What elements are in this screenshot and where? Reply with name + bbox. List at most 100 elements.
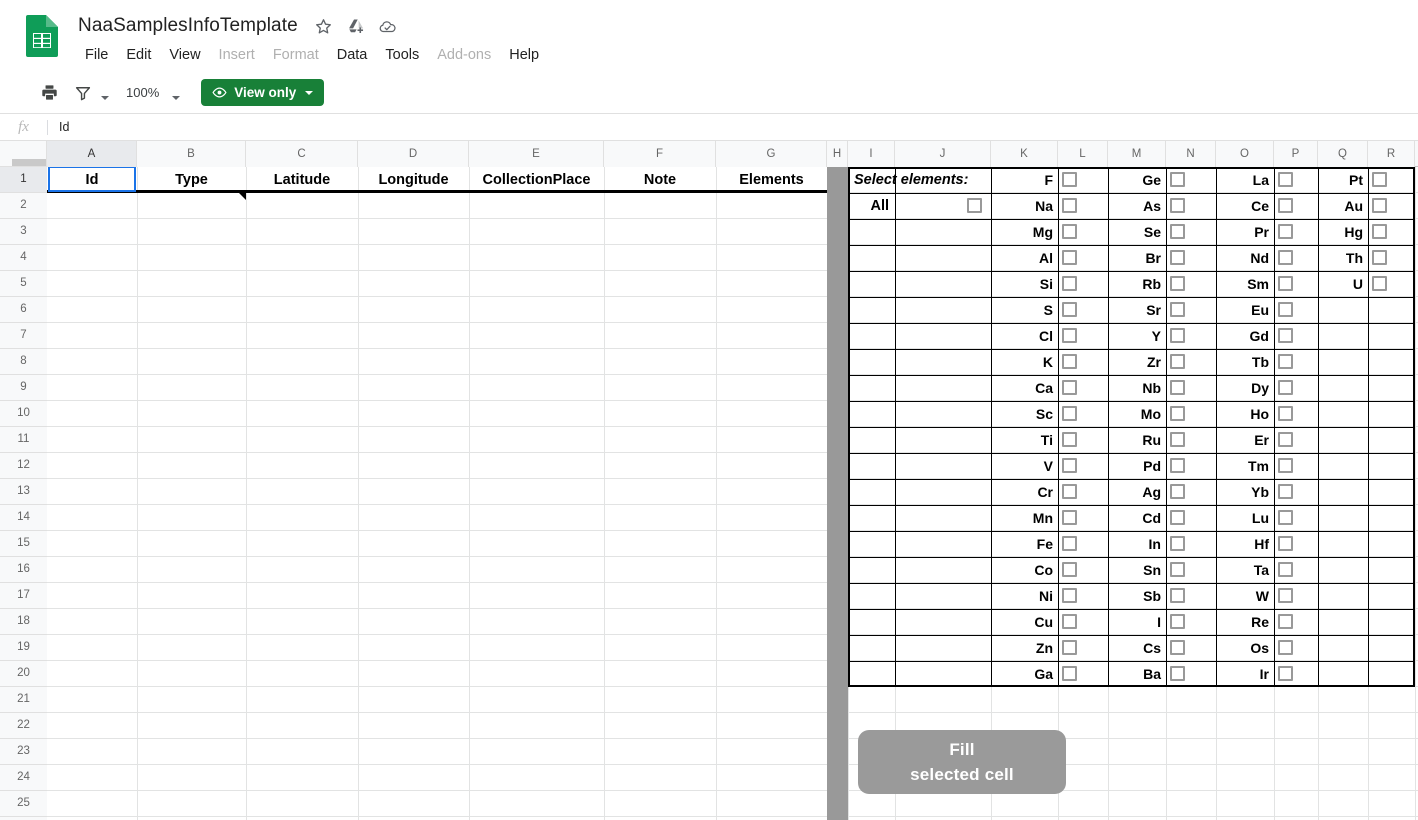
menu-item-data[interactable]: Data: [328, 45, 377, 65]
view-only-chevron-down-icon[interactable]: [305, 90, 314, 95]
checkbox-Sm[interactable]: [1278, 276, 1293, 291]
row-header-5[interactable]: 5: [0, 271, 47, 297]
checkbox-As[interactable]: [1170, 198, 1185, 213]
star-icon[interactable]: [312, 14, 336, 38]
checkbox-Br[interactable]: [1170, 250, 1185, 265]
checkbox-Y[interactable]: [1170, 328, 1185, 343]
checkbox-La[interactable]: [1278, 172, 1293, 187]
checkbox-Sn[interactable]: [1170, 562, 1185, 577]
checkbox-K[interactable]: [1062, 354, 1077, 369]
checkbox-Tm[interactable]: [1278, 458, 1293, 473]
column-header-Q[interactable]: Q: [1318, 141, 1368, 167]
column-header-H[interactable]: H: [827, 141, 848, 167]
print-icon[interactable]: [34, 78, 64, 108]
checkbox-W[interactable]: [1278, 588, 1293, 603]
row-header-6[interactable]: 6: [0, 297, 47, 323]
checkbox-Al[interactable]: [1062, 250, 1077, 265]
menu-item-view[interactable]: View: [160, 45, 209, 65]
row-header-25[interactable]: 25: [0, 791, 47, 817]
checkbox-Si[interactable]: [1062, 276, 1077, 291]
table-header-cell[interactable]: Latitude: [247, 167, 357, 192]
checkbox-Co[interactable]: [1062, 562, 1077, 577]
checkbox-Fe[interactable]: [1062, 536, 1077, 551]
checkbox-Tb[interactable]: [1278, 354, 1293, 369]
row-header-15[interactable]: 15: [0, 531, 47, 557]
checkbox-Zr[interactable]: [1170, 354, 1185, 369]
column-header-E[interactable]: E: [469, 141, 604, 167]
row-header-13[interactable]: 13: [0, 479, 47, 505]
checkbox-S[interactable]: [1062, 302, 1077, 317]
checkbox-Pt[interactable]: [1372, 172, 1387, 187]
checkbox-Mg[interactable]: [1062, 224, 1077, 239]
row-header-22[interactable]: 22: [0, 713, 47, 739]
row-header-21[interactable]: 21: [0, 687, 47, 713]
checkbox-Lu[interactable]: [1278, 510, 1293, 525]
checkbox-Cl[interactable]: [1062, 328, 1077, 343]
table-header-cell[interactable]: CollectionPlace: [470, 167, 603, 192]
checkbox-Sb[interactable]: [1170, 588, 1185, 603]
checkbox-Ca[interactable]: [1062, 380, 1077, 395]
row-header-3[interactable]: 3: [0, 219, 47, 245]
row-header-12[interactable]: 12: [0, 453, 47, 479]
checkbox-Sr[interactable]: [1170, 302, 1185, 317]
checkbox-Ti[interactable]: [1062, 432, 1077, 447]
checkbox-Ce[interactable]: [1278, 198, 1293, 213]
menu-item-edit[interactable]: Edit: [117, 45, 160, 65]
checkbox-Cr[interactable]: [1062, 484, 1077, 499]
select-all-corner[interactable]: [0, 141, 47, 167]
table-header-cell[interactable]: Id: [48, 167, 136, 192]
zoom-chevron-down-icon[interactable]: [169, 80, 183, 106]
checkbox-Dy[interactable]: [1278, 380, 1293, 395]
checkbox-Se[interactable]: [1170, 224, 1185, 239]
fill-selected-cell-button[interactable]: Fill selected cell: [858, 730, 1066, 794]
column-header-D[interactable]: D: [358, 141, 469, 167]
row-header-11[interactable]: 11: [0, 427, 47, 453]
view-only-button[interactable]: View only: [201, 79, 325, 106]
checkbox-Na[interactable]: [1062, 198, 1077, 213]
checkbox-Mo[interactable]: [1170, 406, 1185, 421]
row-header-10[interactable]: 10: [0, 401, 47, 427]
table-header-cell[interactable]: Type: [138, 167, 245, 192]
checkbox-In[interactable]: [1170, 536, 1185, 551]
row-header-17[interactable]: 17: [0, 583, 47, 609]
checkbox-Cd[interactable]: [1170, 510, 1185, 525]
document-title[interactable]: NaaSamplesInfoTemplate: [78, 15, 312, 37]
checkbox-Cs[interactable]: [1170, 640, 1185, 655]
checkbox-Os[interactable]: [1278, 640, 1293, 655]
column-header-C[interactable]: C: [246, 141, 358, 167]
checkbox-Ag[interactable]: [1170, 484, 1185, 499]
column-header-L[interactable]: L: [1058, 141, 1108, 167]
checkbox-Ru[interactable]: [1170, 432, 1185, 447]
row-header-7[interactable]: 7: [0, 323, 47, 349]
checkbox-Zn[interactable]: [1062, 640, 1077, 655]
checkbox-Eu[interactable]: [1278, 302, 1293, 317]
cloud-saved-icon[interactable]: [376, 14, 400, 38]
checkbox-Ni[interactable]: [1062, 588, 1077, 603]
row-header-23[interactable]: 23: [0, 739, 47, 765]
checkbox-Ir[interactable]: [1278, 666, 1293, 681]
column-header-R[interactable]: R: [1368, 141, 1415, 167]
checkbox-Ba[interactable]: [1170, 666, 1185, 681]
row-header-1[interactable]: 1: [0, 167, 47, 193]
row-header-20[interactable]: 20: [0, 661, 47, 687]
checkbox-all[interactable]: [967, 198, 982, 213]
checkbox-Ho[interactable]: [1278, 406, 1293, 421]
column-header-F[interactable]: F: [604, 141, 716, 167]
checkbox-Er[interactable]: [1278, 432, 1293, 447]
row-header-24[interactable]: 24: [0, 765, 47, 791]
menu-item-file[interactable]: File: [76, 45, 117, 65]
column-header-N[interactable]: N: [1166, 141, 1216, 167]
column-header-I[interactable]: I: [848, 141, 895, 167]
checkbox-Pd[interactable]: [1170, 458, 1185, 473]
row-header-16[interactable]: 16: [0, 557, 47, 583]
checkbox-Ga[interactable]: [1062, 666, 1077, 681]
checkbox-Yb[interactable]: [1278, 484, 1293, 499]
row-header-2[interactable]: 2: [0, 193, 47, 219]
row-header-18[interactable]: 18: [0, 609, 47, 635]
move-to-drive-icon[interactable]: [344, 14, 368, 38]
checkbox-Hf[interactable]: [1278, 536, 1293, 551]
checkbox-U[interactable]: [1372, 276, 1387, 291]
column-header-J[interactable]: J: [895, 141, 991, 167]
row-header-14[interactable]: 14: [0, 505, 47, 531]
row-header-19[interactable]: 19: [0, 635, 47, 661]
